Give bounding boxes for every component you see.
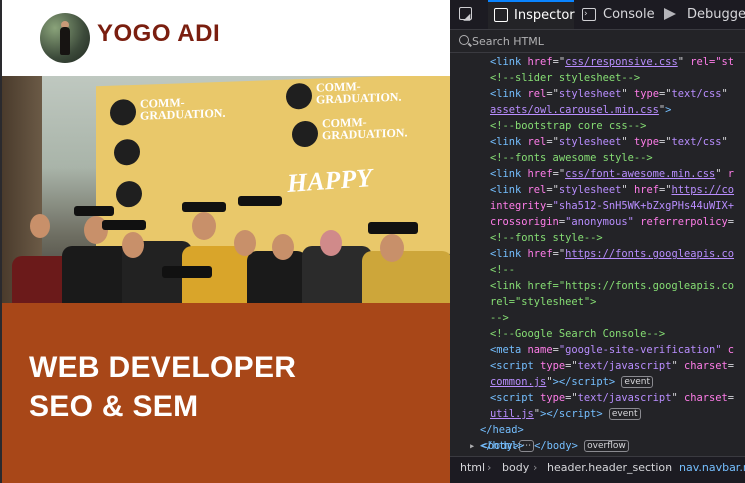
banner-logo <box>110 99 136 126</box>
website-viewport: YOGO ADI COMM- GRADUATION. COMM- GRADUAT… <box>0 0 450 483</box>
graduate-face <box>234 230 256 256</box>
chevron-right-icon: › <box>665 457 669 479</box>
markup-line[interactable]: <link rel="stylesheet" type="text/css" <box>490 134 728 150</box>
profile-avatar[interactable] <box>40 13 90 63</box>
breadcrumb-item[interactable]: body <box>502 457 529 479</box>
graduate <box>362 251 450 304</box>
breadcrumb-item[interactable]: html <box>460 457 485 479</box>
markup-comment[interactable]: <!--slider stylesheet--> <box>490 70 640 86</box>
markup-line[interactable]: <script type="text/javascript" charset= <box>490 358 734 374</box>
search-icon <box>459 35 469 45</box>
console-icon: › <box>582 8 596 21</box>
brand-name[interactable]: YOGO ADI <box>97 20 220 48</box>
element-picker-icon[interactable] <box>458 6 474 22</box>
graduation-cap <box>368 222 418 234</box>
markup-line[interactable]: <link rel="stylesheet" href="https://co <box>490 182 734 198</box>
devtools-panel: Inspector › Console Debugger <link href=… <box>450 0 745 483</box>
banner-text: GRADUATION. <box>322 125 407 143</box>
tab-debugger[interactable]: Debugger <box>662 0 745 29</box>
banner-logo <box>116 181 142 208</box>
breadcrumb-item[interactable]: header.header_section <box>547 457 672 479</box>
inspector-icon <box>494 8 508 22</box>
overflow-badge[interactable]: overflow <box>584 440 629 452</box>
graduates-crowd <box>2 226 450 304</box>
tab-console[interactable]: › Console <box>578 0 658 29</box>
breadcrumb-item[interactable]: nav.navbar.na <box>679 457 745 479</box>
site-header: YOGO ADI <box>2 0 450 76</box>
banner-logo <box>292 121 318 148</box>
tab-label: Debugger <box>687 0 745 29</box>
graduate-face <box>380 234 404 262</box>
markup-line[interactable]: common.js"></script> event <box>490 374 653 390</box>
graduate-face <box>320 230 342 256</box>
banner-logo <box>286 83 312 110</box>
role-title: WEB DEVELOPER <box>29 351 296 385</box>
html-close-tag[interactable]: </html> <box>480 438 524 454</box>
avatar-figure-body <box>60 27 70 55</box>
graduate <box>247 251 307 304</box>
html-search-bar <box>450 30 745 53</box>
markup-comment[interactable]: <!--fonts awesome style--> <box>490 150 653 166</box>
hero-photo: COMM- GRADUATION. COMM- GRADUATION. COMM… <box>2 76 450 304</box>
graduate-face <box>272 234 294 260</box>
markup-comment[interactable]: --> <box>490 310 509 326</box>
banner-text: GRADUATION. <box>140 106 225 124</box>
graduate-face <box>122 232 144 258</box>
markup-view[interactable]: <link href="css/responsive.css" rel="st … <box>450 53 745 456</box>
markup-comment[interactable]: <!--fonts style--> <box>490 230 603 246</box>
tab-label: Inspector <box>514 2 575 29</box>
banner-logo <box>114 139 140 166</box>
markup-comment[interactable]: <link href="https://fonts.googleapis.co <box>490 278 734 294</box>
graduation-cap <box>238 196 282 206</box>
markup-line[interactable]: util.js"></script> event <box>490 406 641 422</box>
markup-comment[interactable]: <!-- <box>490 262 515 278</box>
event-badge[interactable]: event <box>621 376 653 388</box>
devtools-toolbar: Inspector › Console Debugger <box>450 0 745 30</box>
markup-line[interactable]: integrity="sha512-SnH5WK+bZxgPHs44uWIX+ <box>490 198 734 214</box>
breadcrumb: html › body › header.header_section › na… <box>450 456 745 483</box>
markup-line[interactable]: assets/owl.carousel.min.css"> <box>490 102 671 118</box>
graduation-cap <box>74 206 114 216</box>
expand-triangle-icon[interactable]: ▸ <box>469 440 475 452</box>
banner-happy-text: HAPPY <box>286 163 373 199</box>
graduate-face <box>192 212 216 240</box>
banner-text: GRADUATION. <box>316 90 401 108</box>
markup-line[interactable]: crossorigin="anonymous" referrerpolicy= <box>490 214 734 230</box>
event-badge[interactable]: event <box>609 408 641 420</box>
markup-comment[interactable]: <!--bootstrap core css--> <box>490 118 646 134</box>
graduation-cap <box>182 202 226 212</box>
markup-line[interactable]: <link rel="stylesheet" type="text/css" <box>490 86 728 102</box>
markup-line[interactable]: <meta name="google-site-verification" c <box>490 342 734 358</box>
markup-line[interactable]: <link href="https://fonts.googleapis.co <box>490 246 734 262</box>
markup-line[interactable]: <link href="css/font-awesome.min.css" r <box>490 166 734 182</box>
role-title: SEO & SEM <box>29 390 198 424</box>
markup-comment[interactable]: <!--Google Search Console--> <box>490 326 665 342</box>
markup-line[interactable]: <link href="css/responsive.css" rel="st <box>490 54 734 70</box>
graduation-cap <box>162 266 212 278</box>
markup-line[interactable]: <script type="text/javascript" charset= <box>490 390 734 406</box>
markup-comment[interactable]: rel="stylesheet"> <box>490 294 596 310</box>
chevron-right-icon: › <box>487 457 491 479</box>
tab-inspector[interactable]: Inspector <box>488 0 574 29</box>
tab-label: Console <box>603 0 655 29</box>
head-close-tag[interactable]: </head> <box>480 422 524 438</box>
debugger-icon <box>664 8 676 20</box>
hero-title-box: WEB DEVELOPER SEO & SEM <box>2 303 450 483</box>
graduate-face <box>30 214 50 238</box>
chevron-right-icon: › <box>533 457 537 479</box>
graduation-cap <box>102 220 146 230</box>
search-html-input[interactable] <box>472 32 732 50</box>
